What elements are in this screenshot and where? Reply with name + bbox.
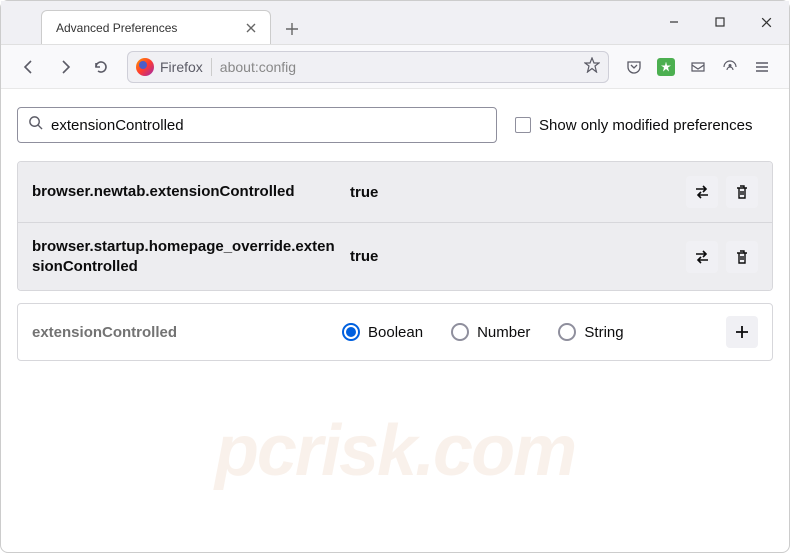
- content-area: Show only modified preferences browser.n…: [1, 89, 789, 379]
- bookmark-star-icon[interactable]: [584, 57, 600, 76]
- toggle-button[interactable]: [686, 176, 718, 208]
- preference-name: browser.startup.homepage_override.extens…: [32, 237, 342, 276]
- pocket-button[interactable]: [619, 52, 649, 82]
- preference-value: true: [342, 184, 686, 201]
- radio-label: String: [584, 324, 623, 341]
- page-actions: [619, 52, 777, 82]
- radio-input[interactable]: [451, 323, 469, 341]
- checkbox-text: Show only modified preferences: [539, 117, 752, 134]
- show-modified-checkbox-label[interactable]: Show only modified preferences: [515, 117, 752, 134]
- firefox-logo-icon: [136, 58, 154, 76]
- tab-close-button[interactable]: [242, 19, 260, 37]
- new-preference-name: extensionControlled: [32, 324, 342, 341]
- preference-row: browser.newtab.extensionControlled true: [18, 162, 772, 223]
- maximize-button[interactable]: [697, 0, 743, 44]
- search-input[interactable]: [51, 117, 486, 134]
- preference-name: browser.newtab.extensionControlled: [32, 182, 342, 202]
- tab-title: Advanced Preferences: [52, 21, 242, 35]
- account-button[interactable]: [715, 52, 745, 82]
- toggle-button[interactable]: [686, 241, 718, 273]
- mail-button[interactable]: [683, 52, 713, 82]
- search-row: Show only modified preferences: [17, 107, 773, 143]
- preferences-list: browser.newtab.extensionControlled true …: [17, 161, 773, 291]
- radio-boolean[interactable]: Boolean: [342, 323, 423, 341]
- radio-number[interactable]: Number: [451, 323, 530, 341]
- radio-string[interactable]: String: [558, 323, 623, 341]
- delete-button[interactable]: [726, 241, 758, 273]
- search-icon: [28, 115, 43, 135]
- reload-button[interactable]: [85, 51, 117, 83]
- minimize-button[interactable]: [651, 0, 697, 44]
- new-tab-button[interactable]: [277, 14, 307, 44]
- identity-box[interactable]: Firefox: [136, 58, 212, 76]
- titlebar: Advanced Preferences: [1, 1, 789, 45]
- radio-input[interactable]: [342, 323, 360, 341]
- radio-label: Boolean: [368, 324, 423, 341]
- back-button[interactable]: [13, 51, 45, 83]
- radio-input[interactable]: [558, 323, 576, 341]
- extension-button[interactable]: [651, 52, 681, 82]
- delete-button[interactable]: [726, 176, 758, 208]
- close-window-button[interactable]: [743, 0, 789, 44]
- preference-actions: [686, 241, 758, 273]
- preference-value: true: [342, 248, 686, 265]
- preference-row: browser.startup.homepage_override.extens…: [18, 223, 772, 290]
- menu-button[interactable]: [747, 52, 777, 82]
- watermark: pcrisk.com: [215, 410, 575, 492]
- address-bar[interactable]: Firefox about:config: [127, 51, 609, 83]
- identity-label: Firefox: [160, 59, 203, 75]
- tab-strip: Advanced Preferences: [1, 10, 651, 44]
- window-controls: [651, 0, 789, 44]
- forward-button[interactable]: [49, 51, 81, 83]
- url-text: about:config: [220, 59, 584, 75]
- add-button[interactable]: [726, 316, 758, 348]
- show-modified-checkbox[interactable]: [515, 117, 531, 133]
- browser-tab[interactable]: Advanced Preferences: [41, 10, 271, 44]
- browser-toolbar: Firefox about:config: [1, 45, 789, 89]
- new-preference-row: extensionControlled Boolean Number Strin…: [17, 303, 773, 361]
- radio-label: Number: [477, 324, 530, 341]
- preference-actions: [686, 176, 758, 208]
- extension-icon: [657, 58, 675, 76]
- type-radio-group: Boolean Number String: [342, 323, 726, 341]
- search-box[interactable]: [17, 107, 497, 143]
